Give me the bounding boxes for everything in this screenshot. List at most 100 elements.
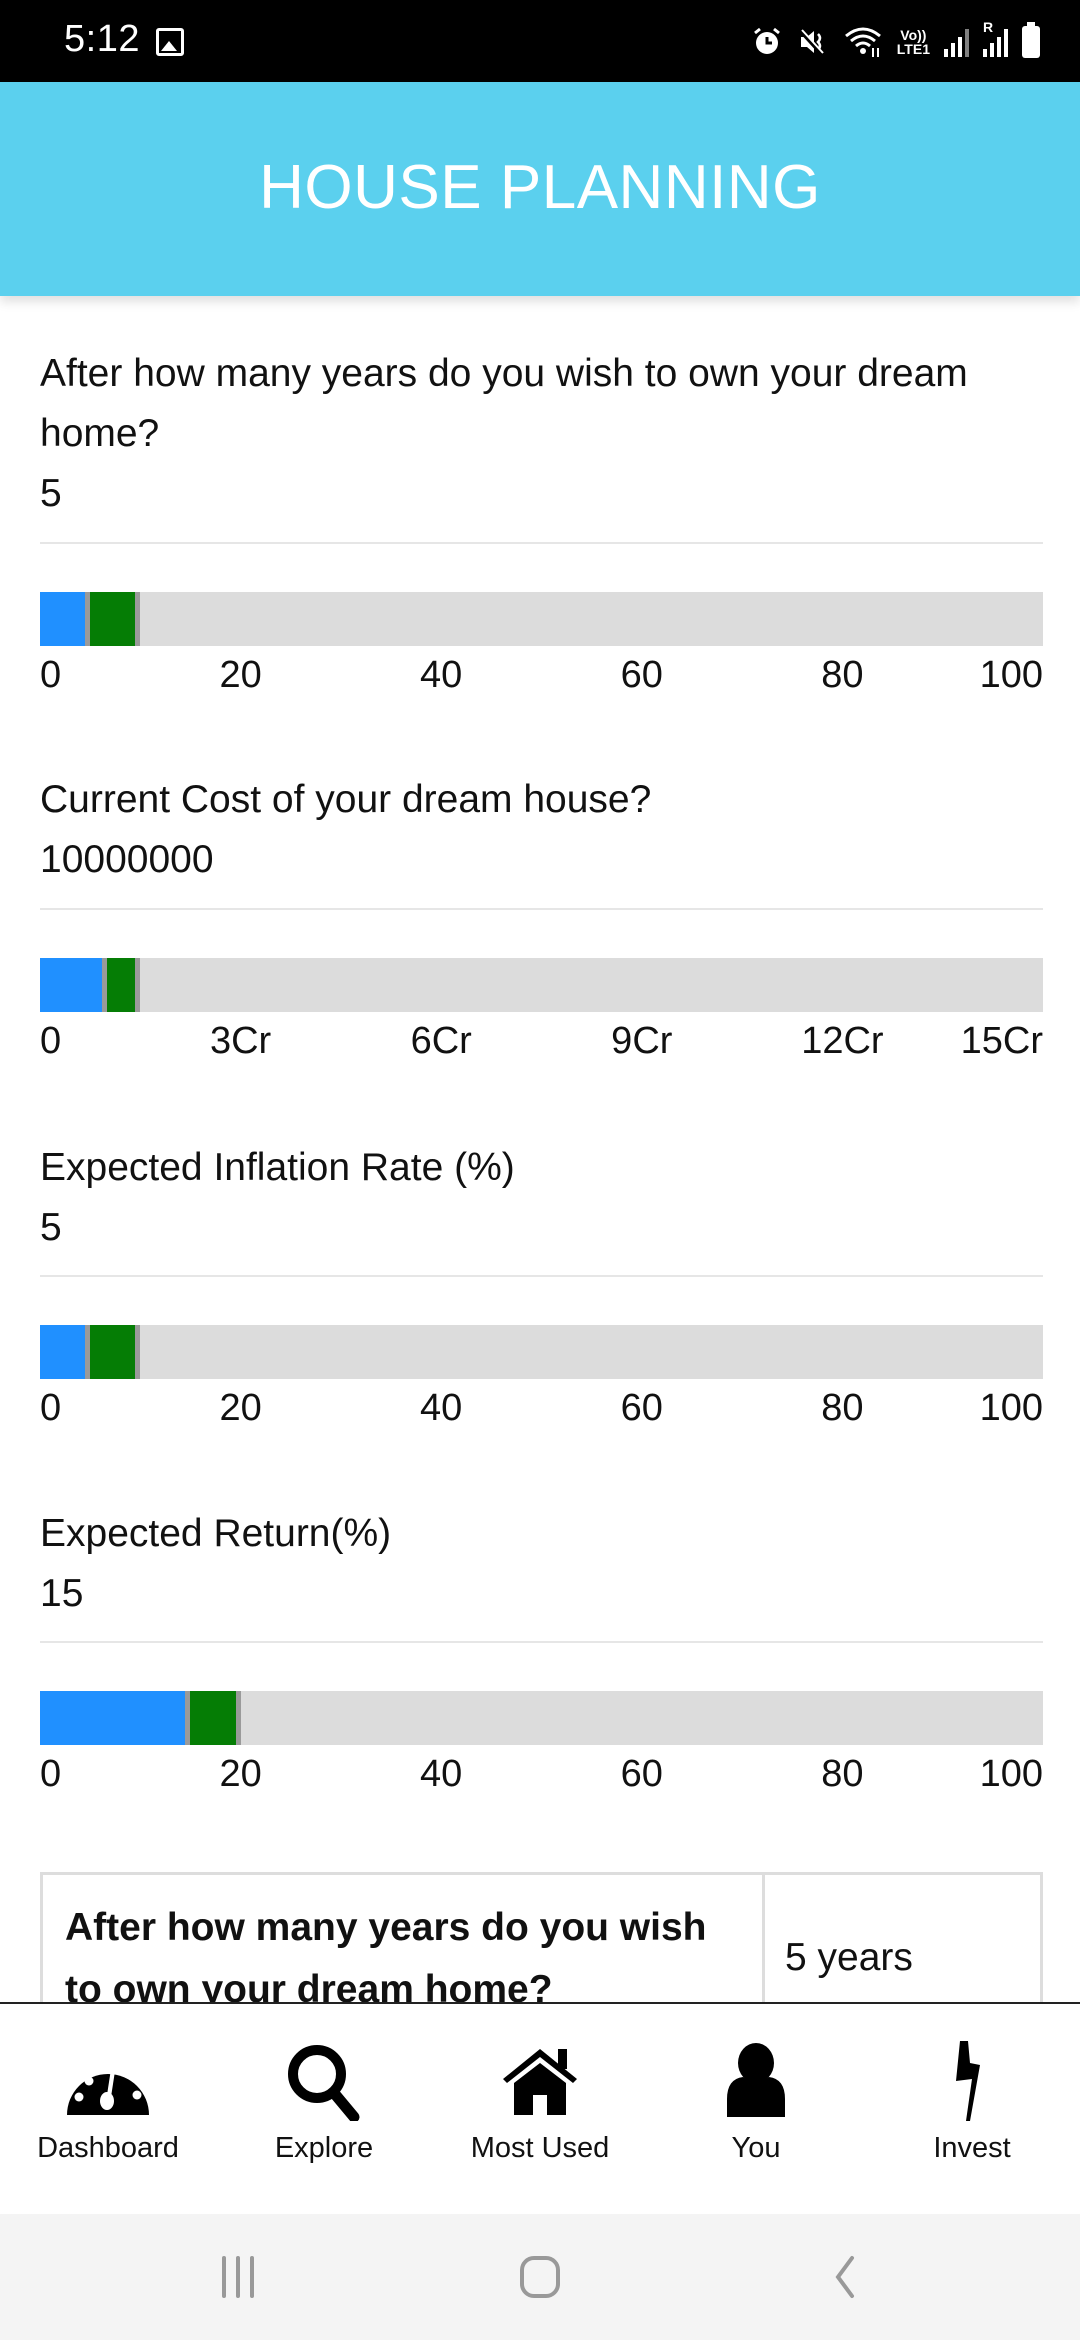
inflation-slider[interactable] [40,1325,1043,1379]
tick-label: 60 [620,654,663,696]
question-label: Expected Inflation Rate (%) [40,1146,515,1189]
signal-icon [944,27,969,57]
tick-label: 12Cr [801,1020,884,1062]
nav-item-invest[interactable]: Invest [864,2004,1080,2214]
tick-label: 0 [40,1020,62,1062]
nav-label: You [731,2132,781,2164]
tick-label: 40 [420,654,463,696]
home-circle-icon [520,2256,560,2298]
tick-label: 20 [219,1753,262,1795]
cost-slider[interactable] [40,958,1043,1012]
question-value: 5 [40,1206,62,1249]
app-header: HOUSE PLANNING [0,82,1080,296]
slider-secondary-segment[interactable] [90,1325,141,1379]
status-bar: 5:12 Vo)) LTE1 R [0,0,1080,82]
cost-slider-ticks: 0 3Cr 6Cr 9Cr 12Cr 15Cr [40,1016,1043,1066]
tick-label: 100 [979,1387,1043,1429]
mute-icon [798,29,824,56]
tick-label: 80 [821,1753,864,1795]
dashboard-gauge-icon [63,2040,153,2122]
question-value: 10000000 [40,838,214,881]
alarm-icon [753,27,780,54]
tick-label: 60 [620,1387,663,1429]
years-slider[interactable] [40,592,1043,646]
tick-label: 40 [420,1387,463,1429]
nav-label: Explore [274,2132,374,2164]
tick-label: 40 [420,1753,463,1795]
tick-label: 100 [979,654,1043,696]
slider-secondary-segment[interactable] [90,592,141,646]
user-icon [711,2040,801,2122]
summary-question: After how many years do you wish to own … [40,1872,765,2002]
tick-label: 9Cr [611,1020,673,1062]
question-cost: Current Cost of your dream house? 100000… [40,770,1043,890]
lightning-icon [927,2040,1017,2122]
nav-label: Invest [933,2132,1011,2164]
slider-secondary-segment[interactable] [106,958,141,1012]
nav-item-dashboard[interactable]: Dashboard [0,2004,216,2214]
table-row: After how many years do you wish to own … [40,1872,1043,2002]
status-time: 5:12 [64,18,140,60]
divider [40,1641,1043,1643]
back-chevron-icon [835,2256,854,2298]
nav-item-most-used[interactable]: Most Used [432,2004,648,2214]
back-button[interactable] [826,2252,862,2302]
roaming-label: R [983,19,994,35]
tick-label: 100 [979,1753,1043,1795]
question-inflation: Expected Inflation Rate (%) 5 [40,1138,1043,1258]
inflation-slider-ticks: 0 20 40 60 80 100 [40,1383,1043,1433]
slider-primary-segment[interactable] [40,592,91,646]
nav-item-you[interactable]: You [648,2004,864,2214]
home-icon [495,2040,585,2122]
question-return: Expected Return(%) 15 [40,1504,1043,1624]
volte-lte1-icon: Vo)) LTE1 [897,28,930,56]
gallery-notification-icon [156,28,184,56]
question-label: After how many years do you wish to own … [40,352,968,455]
divider [40,542,1043,544]
question-value: 5 [40,472,62,515]
tick-label: 80 [821,654,864,696]
question-label: Expected Return(%) [40,1512,392,1555]
tick-label: 0 [40,1387,62,1429]
slider-primary-segment[interactable] [40,1691,191,1745]
slider-secondary-segment[interactable] [190,1691,241,1745]
search-icon [279,2040,369,2122]
volte-label: Vo)) [900,27,927,43]
slider-primary-segment[interactable] [40,958,107,1012]
tick-label: 60 [620,1753,663,1795]
system-navigation-bar [0,2214,1080,2340]
slider-primary-segment[interactable] [40,1325,91,1379]
home-button[interactable] [518,2252,562,2302]
recents-icon [222,2256,254,2298]
lte-label: LTE1 [896,41,930,57]
house-planning-form: After how many years do you wish to own … [0,296,1080,2002]
question-label: Current Cost of your dream house? [40,778,652,821]
tick-label: 0 [40,654,62,696]
divider [40,1275,1043,1277]
question-value: 15 [40,1572,84,1615]
nav-label: Dashboard [37,2132,179,2164]
status-icons: Vo)) LTE1 R [751,19,1040,64]
tick-label: 0 [40,1753,62,1795]
return-slider-ticks: 0 20 40 60 80 100 [40,1749,1043,1799]
battery-icon [1022,22,1040,58]
years-slider-ticks: 0 20 40 60 80 100 [40,650,1043,700]
recents-button[interactable] [216,2252,260,2302]
bottom-nav: Dashboard Explore Most Used You Invest [0,2002,1080,2214]
wifi-icon [844,27,881,57]
roaming-signal-icon: R [983,19,1008,57]
tick-label: 20 [219,1387,262,1429]
nav-label: Most Used [470,2132,610,2164]
question-years: After how many years do you wish to own … [40,344,1043,524]
nav-item-explore[interactable]: Explore [216,2004,432,2214]
divider [40,908,1043,910]
summary-table: After how many years do you wish to own … [40,1872,1043,2002]
summary-answer: 5 years [762,1872,1043,2002]
tick-label: 20 [219,654,262,696]
tick-label: 6Cr [410,1020,472,1062]
return-slider[interactable] [40,1691,1043,1745]
tick-label: 15Cr [960,1020,1043,1062]
tick-label: 80 [821,1387,864,1429]
tick-label: 3Cr [209,1020,272,1062]
page-title: HOUSE PLANNING [259,152,821,222]
